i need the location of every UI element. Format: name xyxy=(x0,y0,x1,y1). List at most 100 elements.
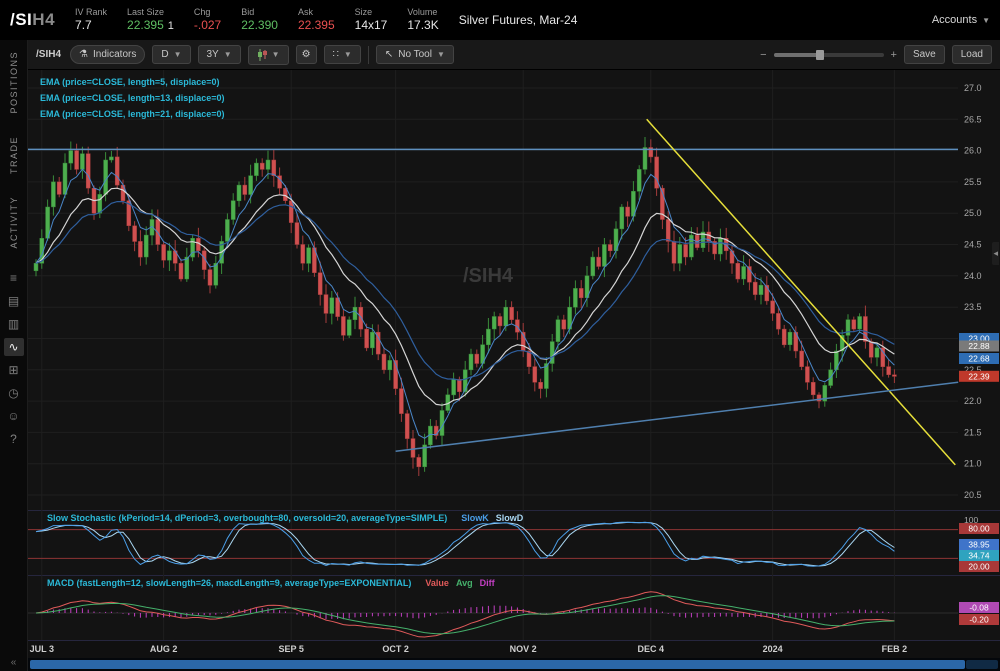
svg-text:24.5: 24.5 xyxy=(964,240,982,250)
active-tool-dropdown[interactable]: ↖ No Tool ▼ xyxy=(375,45,454,64)
macd-label[interactable]: MACD (fastLength=12, slowLength=26, macd… xyxy=(40,578,495,588)
scrollbar-track-remainder xyxy=(966,660,998,669)
gear-icon: ⚙ xyxy=(301,49,311,60)
help-icon[interactable]: ? xyxy=(4,430,24,448)
axis-bubble: 22.39 xyxy=(959,370,999,382)
chart-workspace: /SIH4 ⚗ Indicators D ▼ 3Y ▼ ▼ ⚙ ∷ ▼ ↖ No… xyxy=(28,40,1000,671)
zoom-out-button[interactable]: − xyxy=(760,49,766,61)
zoom-in-button[interactable]: + xyxy=(891,49,897,61)
study-label-ema5[interactable]: EMA (price=CLOSE, length=5, displace=0) xyxy=(40,77,219,87)
chart-style-dropdown[interactable]: ▼ xyxy=(247,44,289,65)
stat-value: 22.390 xyxy=(241,18,278,33)
study-label-ema13[interactable]: EMA (price=CLOSE, length=13, displace=0) xyxy=(40,93,224,103)
sidebar-tab-positions[interactable]: POSITIONS xyxy=(9,40,19,125)
watchlist-icon[interactable]: ▤ xyxy=(4,292,24,310)
accounts-dropdown[interactable]: Accounts ▼ xyxy=(932,14,990,26)
svg-text:22.0: 22.0 xyxy=(964,396,982,406)
clock-icon[interactable]: ◷ xyxy=(4,384,24,402)
cursor-icon: ↖ xyxy=(384,49,394,60)
x-axis-label: NOV 2 xyxy=(509,644,537,654)
x-axis-label: OCT 2 xyxy=(382,644,409,654)
save-button[interactable]: Save xyxy=(903,45,945,64)
stat-value: 7.7 xyxy=(75,18,92,33)
svg-text:20.5: 20.5 xyxy=(964,490,982,500)
dashboard-icon[interactable]: ⊞ xyxy=(4,361,24,379)
macd-title: MACD (fastLength=12, slowLength=26, macd… xyxy=(47,578,412,588)
trendline[interactable] xyxy=(646,118,956,466)
sidebar: POSITIONS TRADE ACTIVITY ≡ ▤ ▥ ∿ ⊞ ◷ ☺ ?… xyxy=(0,40,28,671)
svg-text:24.0: 24.0 xyxy=(964,271,982,281)
symbol-contract: H4 xyxy=(32,10,56,29)
active-tool-label: No Tool xyxy=(398,49,432,60)
svg-text:-0.08: -0.08 xyxy=(969,603,989,613)
stat-value: 17.3K xyxy=(407,18,439,33)
chart-scrollbar[interactable] xyxy=(28,658,1000,671)
sidebar-tab-trade[interactable]: TRADE xyxy=(9,125,19,185)
timeframe-dropdown[interactable]: D ▼ xyxy=(152,45,191,64)
legend-item: SlowK xyxy=(461,513,489,523)
timeframe-value: D xyxy=(161,49,169,60)
symbol-root: /SI xyxy=(10,10,33,29)
svg-text:22.39: 22.39 xyxy=(968,371,990,381)
last-size-count: 1 xyxy=(167,19,174,32)
symbol[interactable]: /SIH4 xyxy=(10,10,55,30)
slider-fill xyxy=(773,52,820,57)
chart-settings-button[interactable]: ⚙ xyxy=(295,45,317,64)
chevron-down-icon: ▼ xyxy=(173,50,182,59)
axis-bubble: 34.74 xyxy=(959,550,999,561)
x-axis-label: 2024 xyxy=(762,644,783,654)
svg-text:34.74: 34.74 xyxy=(968,551,990,561)
range-value: 3Y xyxy=(206,49,219,60)
chart-icon[interactable]: ∿ xyxy=(3,338,24,357)
time-zoom-slider[interactable] xyxy=(773,49,884,60)
chevron-down-icon: ▼ xyxy=(223,50,232,59)
sidebar-icons: ≡ ▤ ▥ ∿ ⊞ ◷ ☺ ? xyxy=(3,269,24,448)
slider-handle[interactable] xyxy=(815,49,824,60)
stochastic-label[interactable]: Slow Stochastic (kPeriod=14, dPeriod=3, … xyxy=(40,513,523,523)
sidebar-tab-activity[interactable]: ACTIVITY xyxy=(9,185,19,260)
collapse-panel-icon[interactable]: ◂ xyxy=(992,242,999,265)
axis-bubble: 20.00 xyxy=(959,561,999,572)
stat-value: 22.395 1 xyxy=(127,17,174,32)
grid-icon[interactable]: ▥ xyxy=(4,315,24,333)
toolbar-divider xyxy=(367,45,369,64)
legend-item: Diff xyxy=(479,578,495,588)
trendline[interactable] xyxy=(395,381,959,452)
list-icon[interactable]: ≡ xyxy=(4,269,24,287)
drawing-tools-icon: ∷ xyxy=(332,49,339,60)
stat-last-size: Last Size 22.395 1 xyxy=(127,7,174,34)
axis-bubble: -0.08 xyxy=(959,602,999,613)
axis-bubble: 22.88 xyxy=(959,340,999,352)
drawing-set-dropdown[interactable]: ∷ ▼ xyxy=(323,45,361,64)
axis-bubble: 38.95 xyxy=(959,539,999,550)
x-axis-label: DEC 4 xyxy=(637,644,665,654)
svg-text:22.88: 22.88 xyxy=(968,341,990,351)
stat-change: Chg -.027 xyxy=(194,7,221,33)
axis-bubble: -0.20 xyxy=(959,614,999,625)
svg-text:27.0: 27.0 xyxy=(964,83,982,93)
study-label-ema21[interactable]: EMA (price=CLOSE, length=21, displace=0) xyxy=(40,109,224,119)
scrollbar-handle[interactable] xyxy=(30,660,965,669)
load-button[interactable]: Load xyxy=(951,45,992,64)
stat-size: Size 14x17 xyxy=(355,7,388,33)
stat-label: Chg xyxy=(193,6,211,17)
chart-stack: 27.026.526.025.525.024.524.023.523.022.5… xyxy=(28,70,1000,640)
stat-iv-rank: IV Rank 7.7 xyxy=(75,7,107,33)
chevron-down-icon: ▼ xyxy=(343,50,352,59)
toolbar-symbol-label[interactable]: /SIH4 xyxy=(36,49,61,60)
stochastic-legend: SlowK SlowD xyxy=(454,513,523,523)
axis-bubble: 80.00 xyxy=(959,523,999,534)
svg-text:25.5: 25.5 xyxy=(964,177,982,187)
legend-item: SlowD xyxy=(495,513,524,523)
svg-text:26.5: 26.5 xyxy=(964,114,982,124)
stat-label: Bid xyxy=(241,6,255,17)
range-dropdown[interactable]: 3Y ▼ xyxy=(197,45,241,64)
collapse-sidebar-icon[interactable]: « xyxy=(11,657,17,668)
users-icon[interactable]: ☺ xyxy=(4,407,24,425)
svg-text:21.5: 21.5 xyxy=(964,427,982,437)
stat-label: Volume xyxy=(407,6,438,17)
svg-text:80.00: 80.00 xyxy=(968,524,990,534)
svg-text:26.0: 26.0 xyxy=(964,146,982,156)
indicators-button[interactable]: ⚗ Indicators xyxy=(70,45,146,64)
price-chart[interactable]: 27.026.526.025.525.024.524.023.523.022.5… xyxy=(28,70,1000,510)
